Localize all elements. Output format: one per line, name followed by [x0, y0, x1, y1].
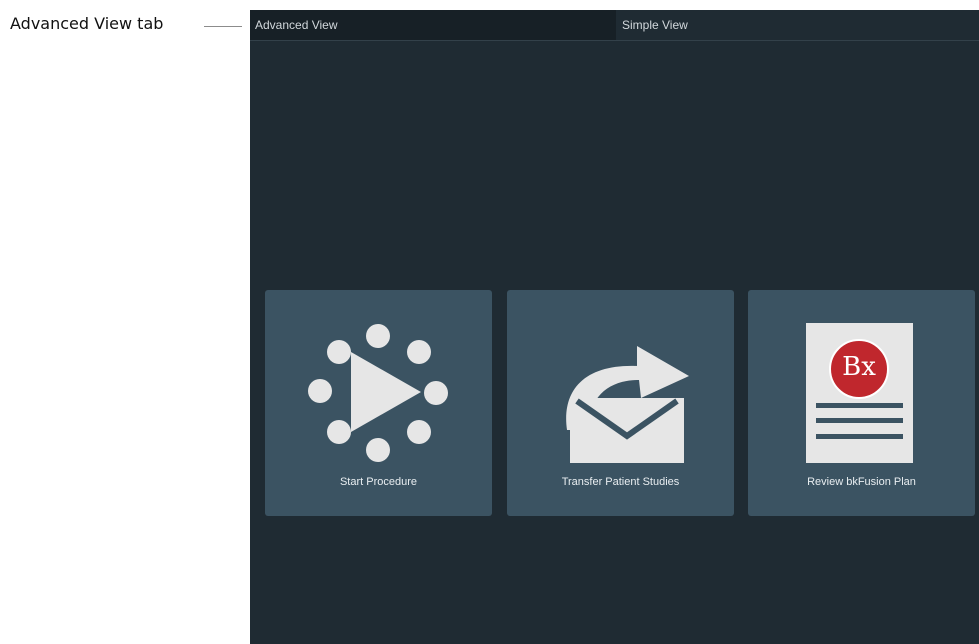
review-bkfusion-plan-label: Review bkFusion Plan	[807, 476, 916, 488]
review-bkfusion-plan-tile[interactable]: Bx Review bkFusion Plan	[748, 290, 975, 516]
bx-badge-text: Bx	[842, 352, 876, 382]
callout-line	[204, 26, 242, 27]
transfer-patient-studies-tile[interactable]: Transfer Patient Studies	[507, 290, 734, 516]
start-procedure-label: Start Procedure	[339, 476, 418, 488]
transfer-patient-studies-label: Transfer Patient Studies	[561, 476, 680, 488]
view-tabs: Advanced View Simple View	[250, 10, 979, 41]
tab-simple-view[interactable]: Simple View	[616, 10, 979, 40]
app-screen: Advanced View Simple View Start Procedur…	[250, 10, 979, 644]
start-procedure-tile[interactable]: Start Procedure	[265, 290, 492, 516]
tab-advanced-view[interactable]: Advanced View	[250, 10, 616, 40]
callout-label: Advanced View tab	[10, 14, 164, 33]
